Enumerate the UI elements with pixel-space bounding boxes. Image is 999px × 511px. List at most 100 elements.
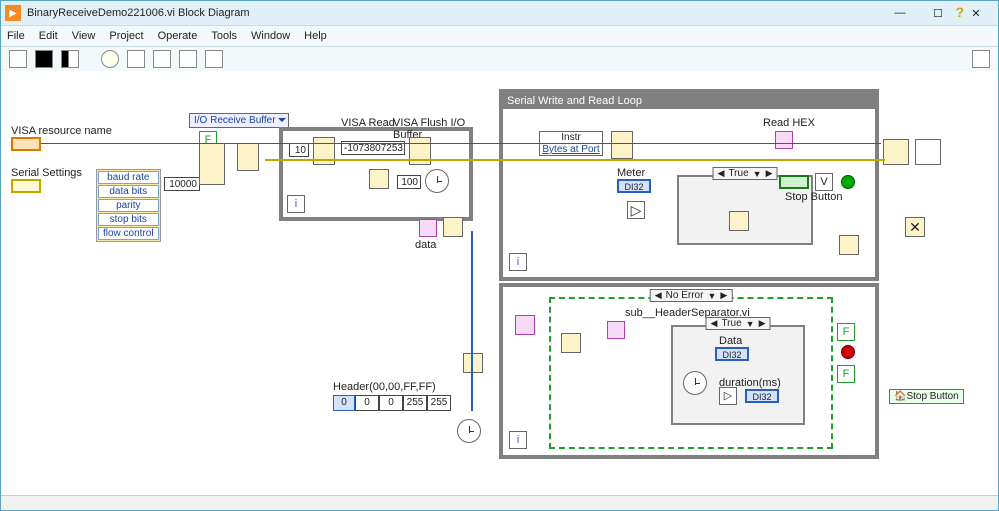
highlight-exec-button[interactable] [101, 50, 119, 68]
visa-read-label: VISA Read [341, 117, 395, 129]
menu-view[interactable]: View [72, 30, 96, 42]
data-string-terminal[interactable] [419, 219, 437, 237]
data-out-label: Data [719, 335, 742, 347]
labview-logo-icon: ▶ [5, 5, 21, 21]
compare-node[interactable]: ▷ [627, 201, 645, 219]
merge-errors-node[interactable]: ✕ [905, 217, 925, 237]
bytes-at-port-label[interactable]: Bytes at Port [542, 144, 599, 155]
data-label: data [415, 239, 436, 251]
serial-write-read-loop[interactable]: Serial Write and Read Loop Instr Bytes a… [499, 89, 879, 281]
diagram: VISA resource name I/O Receive Buffer F … [1, 71, 998, 496]
setting-flow-control[interactable]: flow control [98, 227, 159, 240]
inner-case-true[interactable]: ◀True▼▶ Data DI32 duration(ms) DI32 ▷ [671, 325, 805, 425]
timer-icon-3[interactable] [457, 419, 481, 443]
run-button[interactable] [9, 50, 27, 68]
visa-read-node-2[interactable] [611, 131, 633, 159]
block-diagram-canvas[interactable]: VISA resource name I/O Receive Buffer F … [1, 71, 998, 496]
window-title: BinaryReceiveDemo221006.vi Block Diagram [27, 7, 250, 19]
visa-configure-serial-node[interactable] [199, 143, 225, 185]
header-index[interactable]: 0 [333, 395, 355, 411]
inner-case-selector[interactable]: ◀True▼▶ [706, 317, 771, 330]
loop-iteration-terminal-3: i [509, 431, 527, 449]
retain-wire-button[interactable] [127, 50, 145, 68]
titlebar[interactable]: ▶ BinaryReceiveDemo221006.vi Block Diagr… [1, 1, 998, 26]
menu-edit[interactable]: Edit [39, 30, 58, 42]
menu-window[interactable]: Window [251, 30, 290, 42]
horizontal-scrollbar[interactable] [1, 495, 998, 510]
serial-write-read-title: Serial Write and Read Loop [503, 93, 875, 109]
setting-baud-rate[interactable]: baud rate [98, 171, 159, 184]
build-array-node-2[interactable] [463, 353, 483, 373]
menu-project[interactable]: Project [109, 30, 143, 42]
vi-icon[interactable] [972, 50, 990, 68]
pause-button[interactable] [61, 50, 79, 68]
loop-condition-terminal[interactable] [839, 235, 859, 255]
false-constant-3[interactable]: F [837, 365, 855, 383]
timer-icon-2[interactable] [683, 371, 707, 395]
menu-file[interactable]: File [7, 30, 25, 42]
header-el-3[interactable]: 255 [427, 395, 451, 411]
case-selector-noerror[interactable]: ◀No Error▼▶ [650, 289, 733, 302]
error-out-terminal[interactable] [915, 139, 941, 165]
setting-data-bits[interactable]: data bits [98, 185, 159, 198]
header-el-0[interactable]: 0 [355, 395, 379, 411]
or-node[interactable]: V [815, 173, 833, 191]
subtract-node[interactable]: ▷ [719, 387, 737, 405]
loop-iteration-terminal: i [287, 195, 305, 213]
context-help-icon[interactable]: ? [955, 4, 964, 20]
header-el-1[interactable]: 0 [379, 395, 403, 411]
stop-bool-terminal[interactable] [779, 175, 809, 189]
timeout-constant[interactable]: 10000 [164, 177, 200, 191]
subvi-node-1[interactable] [729, 211, 749, 231]
io-buffer-enum[interactable]: I/O Receive Buffer [189, 113, 289, 128]
setting-parity[interactable]: parity [98, 199, 159, 212]
visa-read-while-loop[interactable]: VISA Read VISA Flush I/O Buffer 10 -1073… [279, 127, 473, 221]
duration-terminal[interactable]: DI32 [745, 389, 779, 403]
visa-close-node[interactable] [883, 139, 909, 165]
false-constant-2[interactable]: F [837, 323, 855, 341]
menu-tools[interactable]: Tools [211, 30, 237, 42]
stop-led-icon [841, 175, 855, 189]
case-selector-true[interactable]: ◀True▼▶ [713, 167, 778, 180]
instr-label: Instr [561, 132, 580, 143]
serial-settings-label: Serial Settings [11, 167, 82, 179]
step-into-button[interactable] [153, 50, 171, 68]
step-out-button[interactable] [205, 50, 223, 68]
string-concat-node[interactable] [515, 315, 535, 335]
visa-resource-terminal[interactable] [11, 137, 41, 151]
header-el-2[interactable]: 255 [403, 395, 427, 411]
serial-settings-terminal[interactable] [11, 179, 41, 193]
maximize-button[interactable]: ☐ [920, 3, 956, 23]
bytes-to-read-constant[interactable]: 10 [289, 143, 309, 157]
serial-settings-unbundle[interactable]: baud rate data bits parity stop bits flo… [96, 169, 161, 242]
menu-help[interactable]: Help [304, 30, 327, 42]
meter-terminal[interactable]: DI32 [617, 179, 651, 193]
lower-while-loop[interactable]: ◀No Error▼▶ sub__HeaderSeparator.vi ◀Tru… [499, 283, 879, 459]
setting-stop-bits[interactable]: stop bits [98, 213, 159, 226]
read-hex-indicator[interactable] [775, 131, 793, 149]
unbundle-node[interactable] [561, 333, 581, 353]
stop-button-label: Stop Button [785, 191, 843, 203]
build-array-node-1[interactable] [443, 217, 463, 237]
stop-button-local[interactable]: 🏠Stop Button [889, 389, 964, 404]
loop-iteration-terminal-2: i [509, 253, 527, 271]
visa-set-buffer-node[interactable] [237, 143, 259, 171]
menubar: File Edit View Project Operate Tools Win… [1, 26, 998, 47]
header-array-constant[interactable]: 0 0 0 255 255 [333, 395, 451, 411]
visa-flush-label: VISA Flush I/O Buffer [393, 117, 469, 141]
header-string-terminal[interactable] [607, 321, 625, 339]
wait-ms-constant[interactable]: 100 [397, 175, 421, 189]
minimize-button[interactable]: — [882, 3, 918, 23]
meter-label: Meter [617, 167, 645, 179]
data-out-terminal[interactable]: DI32 [715, 347, 749, 361]
run-continuous-button[interactable] [35, 50, 53, 68]
error-case-structure[interactable]: ◀No Error▼▶ sub__HeaderSeparator.vi ◀Tru… [549, 297, 833, 449]
toolbar: ? [1, 47, 998, 72]
wait-ms-timer-icon[interactable] [425, 169, 449, 193]
step-over-button[interactable] [179, 50, 197, 68]
header-label: Header(00,00,FF,FF) [333, 381, 436, 393]
app-window: ▶ BinaryReceiveDemo221006.vi Block Diagr… [0, 0, 999, 511]
menu-operate[interactable]: Operate [158, 30, 198, 42]
clear-error-node[interactable] [369, 169, 389, 189]
visa-resource-label: VISA resource name [11, 125, 112, 137]
